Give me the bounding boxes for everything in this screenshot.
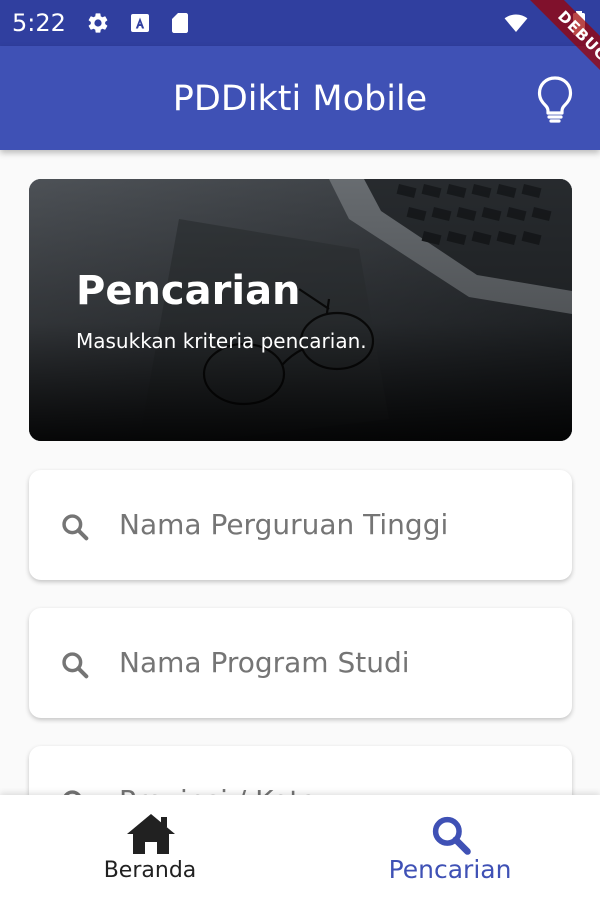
a-notification-icon [131,14,149,32]
app-screen: 5:22 DEBUG PDDikti Mobile Pencarian Masu… [0,0,600,900]
wifi-icon [504,14,528,32]
search-icon [63,790,81,795]
lightbulb-button[interactable] [530,74,580,124]
search-field-placeholder: Provinsi / Kota [119,783,317,795]
nav-item-pencarian[interactable]: Pencarian [300,795,600,900]
nav-label: Beranda [103,858,197,883]
search-field-province-city[interactable]: Provinsi / Kota [29,746,572,795]
hero-banner: Pencarian Masukkan kriteria pencarian. [29,179,572,441]
search-icon [62,514,89,541]
status-time: 5:22 [12,9,66,37]
status-bar: 5:22 [0,0,600,46]
nav-label: Pencarian [388,855,512,884]
app-title: PDDikti Mobile [172,79,428,119]
gear-icon [88,13,108,33]
battery-icon [573,11,585,35]
search-icon [432,816,471,855]
search-field-placeholder: Nama Perguruan Tinggi [119,508,449,541]
app-bar: PDDikti Mobile [0,46,600,150]
nav-item-beranda[interactable]: Beranda [0,795,300,900]
search-page-content[interactable]: Pencarian Masukkan kriteria pencarian. N… [0,150,600,795]
search-field-study-program[interactable]: Nama Program Studi [29,608,572,718]
home-icon [127,814,175,854]
search-icon [62,652,89,679]
hero-subtitle: Masukkan kriteria pencarian. [76,329,367,353]
search-field-placeholder: Nama Program Studi [119,646,410,679]
search-field-university[interactable]: Nama Perguruan Tinggi [29,470,572,580]
bottom-navigation: Beranda Pencarian [0,795,600,900]
hero-title: Pencarian [76,268,301,314]
lightbulb-icon [537,76,573,123]
sd-card-icon [172,13,188,33]
